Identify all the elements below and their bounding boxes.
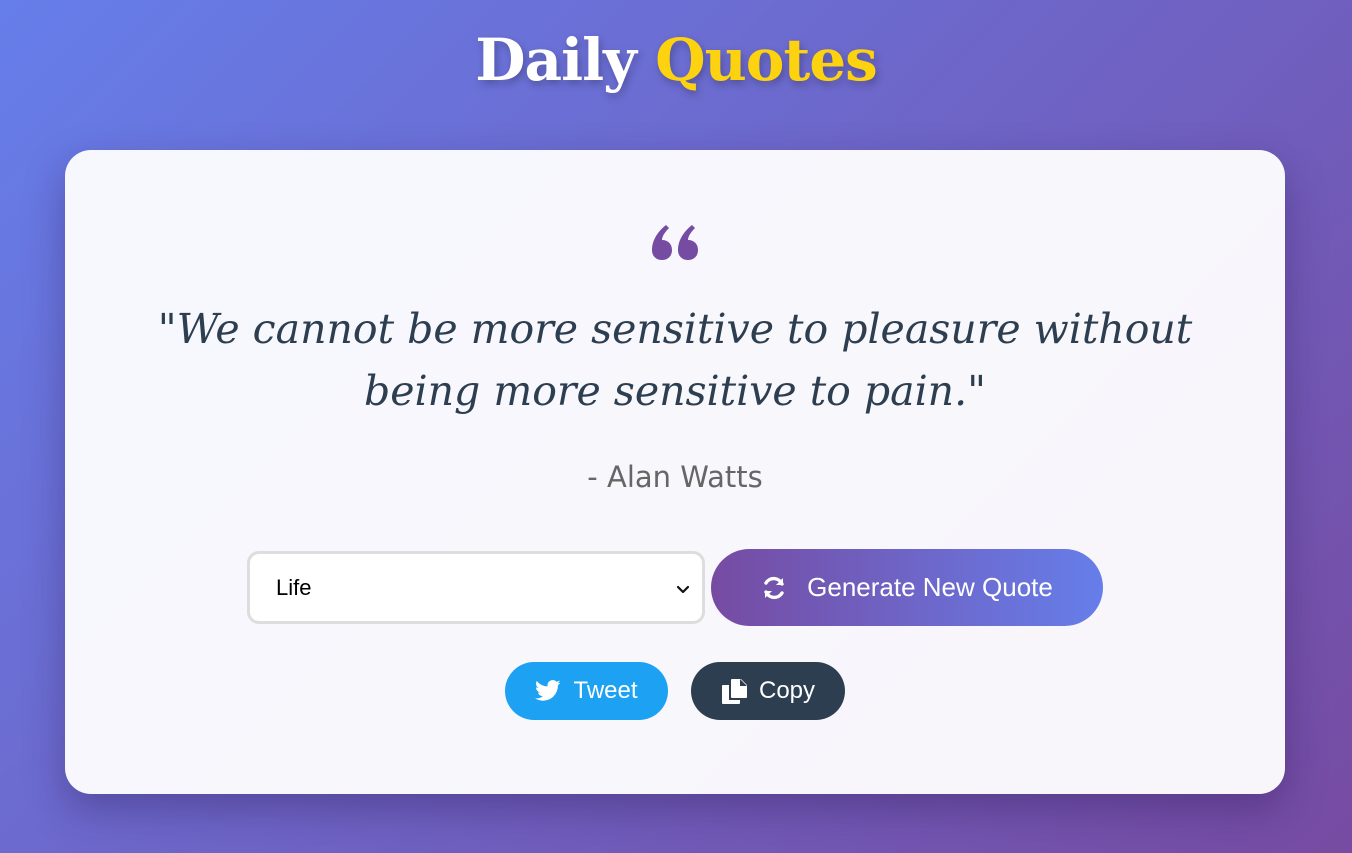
quote-left-icon: [65, 224, 1285, 260]
quote-text: "We cannot be more sensitive to pleasure…: [157, 305, 1193, 415]
quote-card: "We cannot be more sensitive to pleasure…: [65, 150, 1285, 794]
title-daily: Daily: [475, 26, 637, 94]
generate-quote-button[interactable]: Generate New Quote: [711, 549, 1103, 626]
title-quotes: Quotes: [655, 26, 878, 94]
page-title: Daily Quotes: [0, 26, 1352, 94]
twitter-icon: [535, 680, 561, 702]
category-select-value: Life: [276, 575, 312, 600]
quote-author: - Alan Watts: [587, 460, 763, 494]
controls-row: Life Generate New Quote: [247, 549, 1103, 626]
share-row: Tweet Copy: [65, 662, 1285, 720]
copy-icon: [721, 678, 747, 704]
tweet-button[interactable]: Tweet: [505, 662, 668, 720]
tweet-label: Tweet: [573, 677, 638, 704]
category-select[interactable]: Life: [247, 551, 705, 624]
refresh-icon: [761, 575, 787, 601]
copy-label: Copy: [758, 677, 816, 704]
copy-button[interactable]: Copy: [691, 662, 845, 720]
chevron-down-icon: [674, 580, 692, 598]
generate-quote-label: Generate New Quote: [807, 572, 1053, 602]
